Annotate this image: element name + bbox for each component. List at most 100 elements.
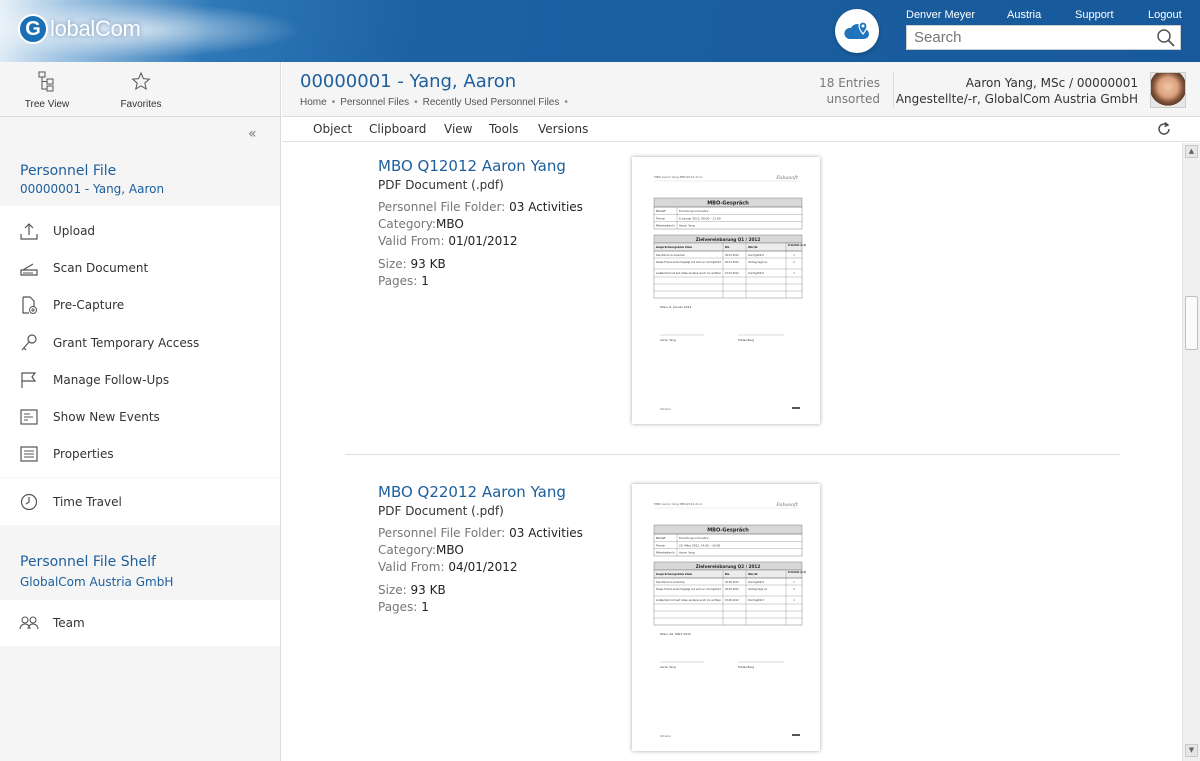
shelf-title: Personnel File Shelf [20, 554, 156, 570]
svg-text:Außerdem ist auf alles andere: Außerdem ist auf alles andere auch zu ac… [656, 272, 722, 275]
svg-text:1: 1 [793, 254, 795, 257]
svg-text:20.03.2012: 20.03.2012 [725, 261, 739, 264]
search-input[interactable] [907, 26, 1147, 49]
menu-view[interactable]: View [444, 122, 472, 136]
document-pages: Pages: 1 [378, 274, 429, 288]
menu-item-show-new-events[interactable]: Show New Events [0, 398, 280, 435]
sort-state[interactable]: unsorted [819, 91, 880, 107]
document-category: Category:MBO [378, 543, 464, 557]
sidebar-toolbar: Tree View Favorites [0, 62, 280, 117]
svg-text:15.06.2012: 15.06.2012 [725, 599, 739, 602]
svg-text:Fabasoft: Fabasoft [775, 502, 799, 508]
menu-clipboard[interactable]: Clipboard [369, 122, 426, 136]
menu-item-scan-document[interactable]: Scan Document [0, 249, 280, 286]
menu-item-grant-temporary-access[interactable]: Grant Temporary Access [0, 324, 280, 361]
globalcom-logo[interactable]: G lobalCom [18, 14, 141, 44]
search-icon[interactable] [1156, 28, 1176, 48]
collapse-sidebar-icon[interactable]: « [248, 126, 257, 142]
user-link[interactable]: Denver Meyer [906, 9, 975, 21]
svg-text:Betreff: Betreff [656, 536, 666, 540]
svg-text:Fabasoft: Fabasoft [775, 175, 799, 181]
menu-item-time-travel[interactable]: Time Travel [0, 478, 280, 525]
menu-item-label: Show New Events [53, 410, 160, 425]
avatar[interactable] [1150, 72, 1186, 108]
menu-item-label: Grant Temporary Access [53, 335, 200, 350]
shelf-menu: Team [0, 600, 280, 646]
document-preview[interactable]: MBO Aaron Yang MBO2012.docx Fabasoft MBO… [632, 157, 820, 424]
document-add-icon [19, 295, 39, 315]
document-type: PDF Document (.pdf) [378, 178, 504, 192]
scroll-down-button[interactable]: ▼ [1185, 744, 1198, 757]
menu-item-manage-follow-ups[interactable]: Manage Follow-Ups [0, 361, 280, 398]
svg-text:2: 2 [793, 588, 795, 591]
vertical-scrollbar[interactable]: ▲ ▼ [1182, 143, 1200, 761]
document-size: Size: 93 KB [378, 257, 446, 271]
document-preview[interactable]: MBO Aaron Yang MBO2012.docx Fabasoft MBO… [632, 484, 820, 751]
breadcrumb-recently-used[interactable]: Recently Used Personnel Files [423, 97, 560, 108]
cloud-pin-icon [844, 21, 869, 39]
document-name[interactable]: MBO Q22012 Aaron Yang [378, 483, 566, 501]
support-link[interactable]: Support [1075, 9, 1114, 21]
personnel-file-subtitle[interactable]: 00000001 - Yang, Aaron [20, 182, 164, 196]
svg-text:Wer/ib: Wer/ib [748, 572, 758, 576]
svg-text:MBO-Gespräch: MBO-Gespräch [707, 528, 749, 534]
refresh-icon[interactable] [1156, 121, 1172, 137]
upload-icon [19, 221, 39, 241]
svg-text:2: 2 [793, 261, 795, 264]
svg-text:MBO Aaron Yang MBO2012.docx: MBO Aaron Yang MBO2012.docx [654, 175, 703, 179]
document-size: Size: 93 KB [378, 583, 446, 597]
menu-bar: Object Clipboard View Tools Versions [282, 118, 1200, 142]
menu-item-properties[interactable]: Properties [0, 436, 280, 473]
logo-text: lobalCom [50, 16, 141, 41]
page-title: 00000001 - Yang, Aaron [300, 71, 517, 92]
events-icon [19, 407, 39, 427]
menu-item-upload[interactable]: Upload [0, 212, 280, 249]
scroll-up-button[interactable]: ▲ [1185, 145, 1198, 158]
logo-mark: G [18, 14, 48, 44]
menu-item-pre-capture[interactable]: Pre-Capture [0, 287, 280, 324]
svg-text:Durchgeführt: Durchgeführt [748, 254, 764, 257]
country-link[interactable]: Austria [1007, 9, 1041, 21]
svg-text:Dieses Thema wurde folgelegt u: Dieses Thema wurde folgelegt und wird nu… [656, 261, 721, 264]
tree-view-button[interactable]: Tree View [24, 71, 70, 110]
flag-icon [19, 370, 39, 390]
svg-text:Mitarbeiter/in: Mitarbeiter/in [656, 224, 675, 228]
person-info: Aaron Yang, MSc / 00000001 Angestellte/-… [896, 75, 1138, 107]
sidebar: Tree View Favorites « Personnel File 000… [0, 62, 281, 761]
shelf-subtitle[interactable]: GlobalCom Austria GmbH [20, 575, 173, 589]
document-preview-page: MBO Aaron Yang MBO2012.docx Fabasoft MBO… [653, 502, 806, 738]
svg-text:1: 1 [793, 599, 795, 602]
svg-text:Bis: Bis [725, 572, 730, 576]
svg-text:Intrusion: Intrusion [660, 734, 671, 738]
breadcrumb-personnel-files[interactable]: Personnel Files [340, 97, 409, 108]
svg-text:MBO-Gespräch: MBO-Gespräch [707, 201, 749, 207]
menu-versions[interactable]: Versions [538, 122, 588, 136]
cloud-location-button[interactable] [835, 9, 879, 53]
svg-text:Forschung und Lehre: Forschung und Lehre [679, 536, 709, 540]
svg-text:Vertrag liegt vor: Vertrag liegt vor [748, 261, 767, 264]
menu-tools[interactable]: Tools [489, 122, 519, 136]
svg-text:Aaron Yang: Aaron Yang [679, 224, 695, 228]
scroll-thumb[interactable] [1185, 296, 1198, 350]
app-header: G lobalCom Denver Meyer Austria Support … [0, 0, 1200, 62]
svg-text:Gesprächsergebnis Ziele: Gesprächsergebnis Ziele [656, 245, 692, 249]
menu-object[interactable]: Object [313, 122, 352, 136]
document-list: MBO Q12012 Aaron Yang PDF Document (.pdf… [282, 143, 1182, 761]
tree-view-label: Tree View [24, 99, 70, 110]
menu-item-label: Upload [53, 223, 96, 238]
entries-info: 18 Entries unsorted [819, 75, 880, 107]
document-valid-from: Valid From: 04/01/2012 [378, 560, 518, 574]
document-folder: Personnel File Folder: 03 Activities [378, 526, 583, 540]
menu-item-team[interactable]: Team [0, 600, 280, 646]
menu-item-label: Time Travel [53, 494, 122, 509]
breadcrumb-home[interactable]: Home [300, 97, 327, 108]
menu-item-label: Team [53, 616, 85, 630]
favorites-button[interactable]: Favorites [117, 71, 165, 110]
personnel-file-shelf-section: Personnel File Shelf GlobalCom Austria G… [0, 525, 280, 600]
document-name[interactable]: MBO Q12012 Aaron Yang [378, 157, 566, 175]
svg-text:20.05.2012: 20.05.2012 [725, 588, 739, 591]
svg-text:Forschung und Lehre: Forschung und Lehre [679, 209, 709, 213]
logout-link[interactable]: Logout [1148, 9, 1182, 21]
search-box [906, 25, 1181, 50]
svg-text:Dieses Thema wurde folgelegt u: Dieses Thema wurde folgelegt und wird nu… [656, 588, 721, 591]
